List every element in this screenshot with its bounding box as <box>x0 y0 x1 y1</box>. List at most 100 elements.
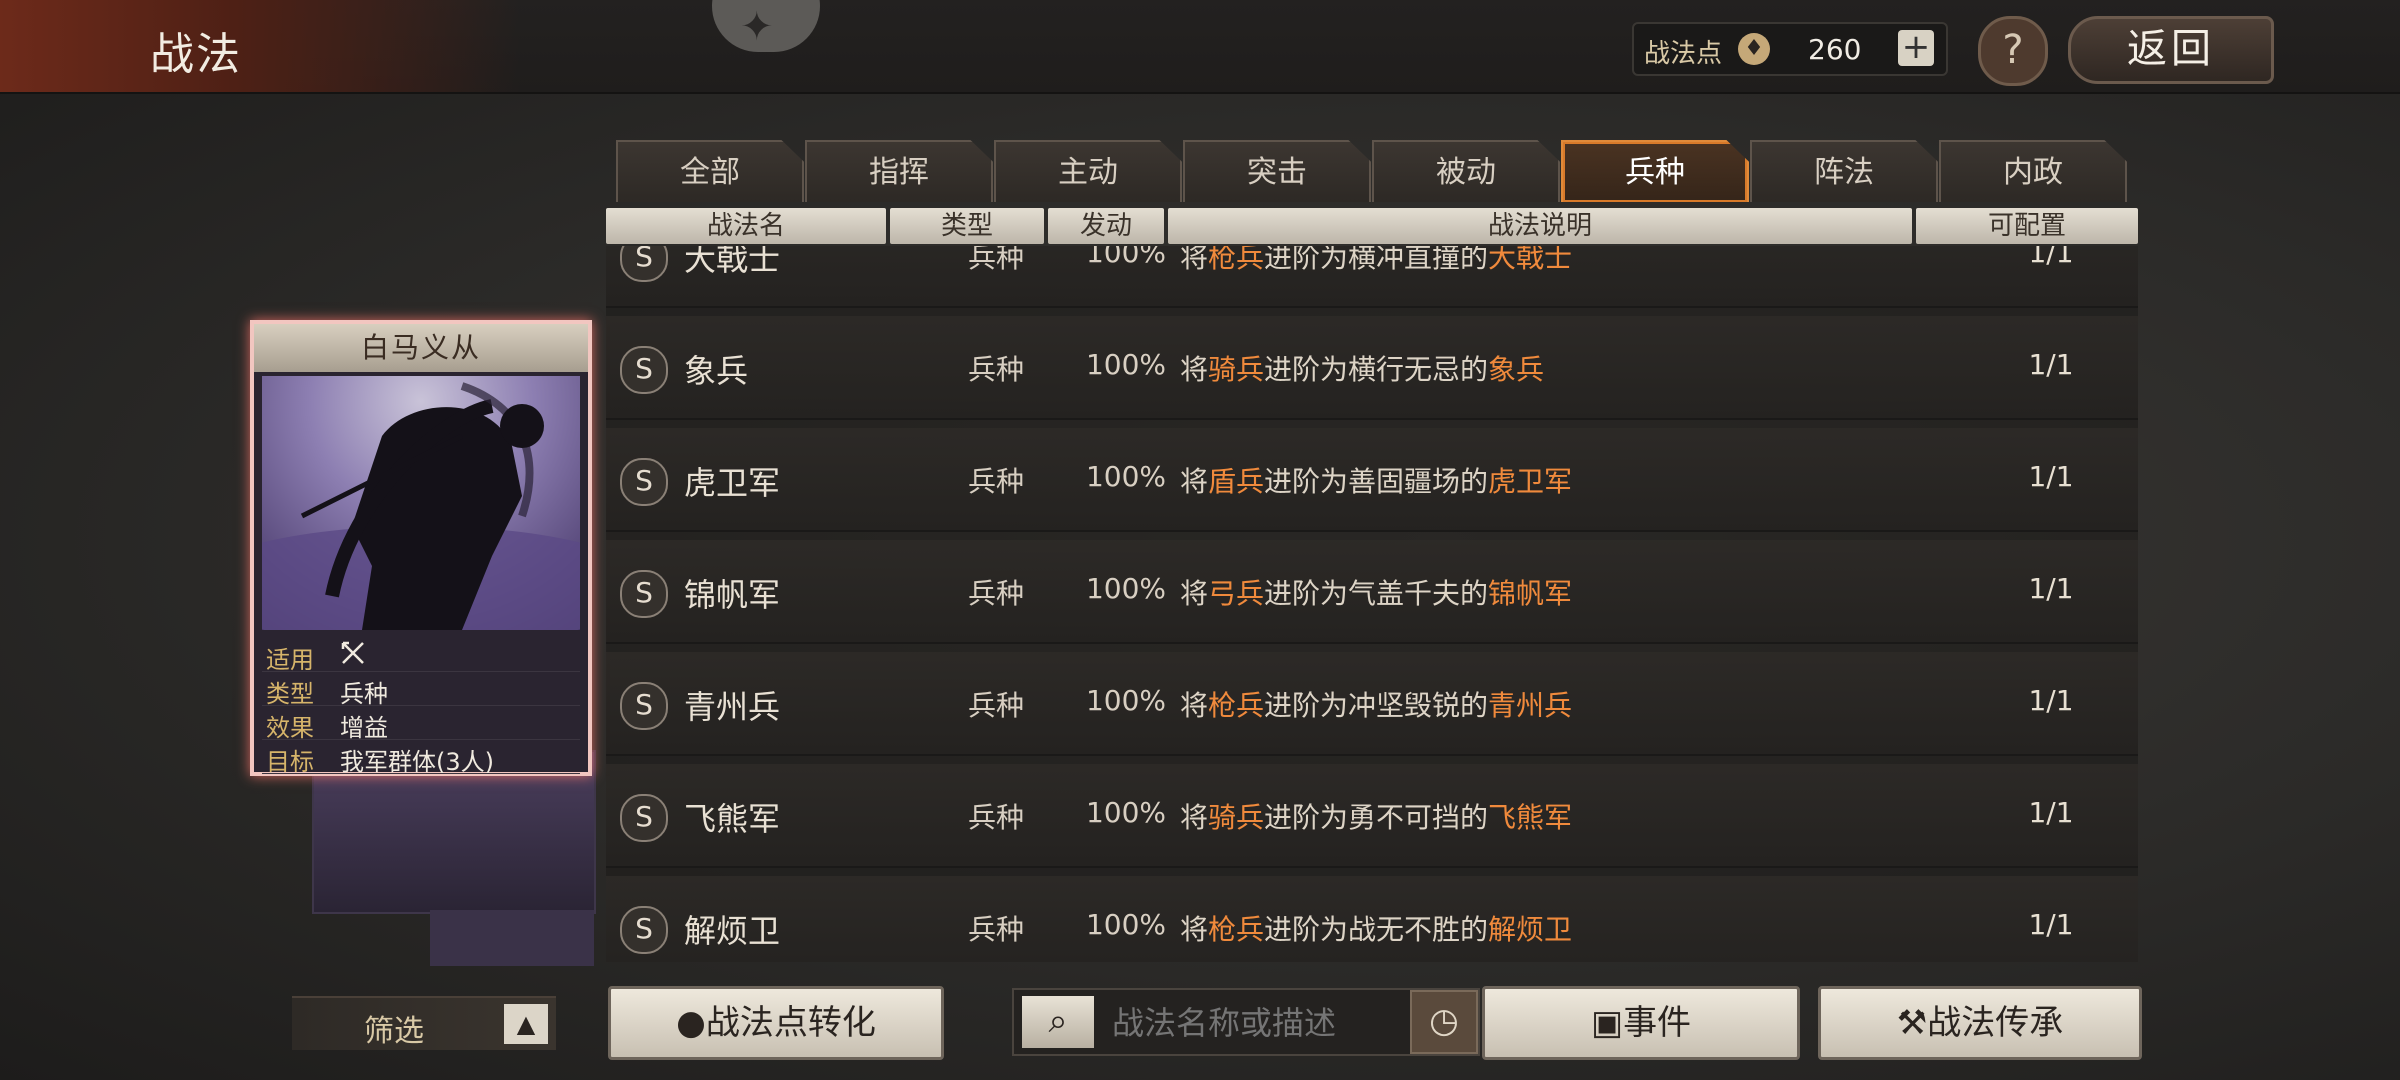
tactic-rate: 100% <box>1085 246 1167 269</box>
tactic-type: 兵种 <box>967 913 1024 946</box>
search-input[interactable] <box>1110 998 1374 1048</box>
page-title: 战法 <box>150 29 242 80</box>
rank-badge: S <box>620 794 668 842</box>
tactic-name: 青州兵 <box>684 688 781 726</box>
points-label: 战法点 <box>1644 39 1723 69</box>
table-row[interactable]: S 飞熊军 兵种 100% 将骑兵进阶为勇不可挡的飞熊军 1/1 <box>606 764 2138 868</box>
card-title: 白马义从 <box>254 324 588 372</box>
tab-all[interactable]: 全部 <box>616 140 804 202</box>
tactic-rate: 100% <box>1085 908 1167 941</box>
rank-badge: S <box>620 458 668 506</box>
tactic-description: 将骑兵进阶为勇不可挡的飞熊军 <box>1180 801 1573 834</box>
table-row[interactable]: S 大戟士 兵种 100% 将枪兵进阶为横冲直撞的大戟士 1/1 <box>606 246 2138 308</box>
info-row: 类型 兵种 <box>262 672 580 708</box>
clock-icon[interactable]: ◷ <box>1410 990 1478 1054</box>
info-value: 我军群体(3人) <box>340 748 494 776</box>
filter-box[interactable]: 筛选 ▲ <box>292 996 556 1050</box>
tactic-name: 飞熊军 <box>684 800 781 838</box>
table-row[interactable]: S 青州兵 兵种 100% 将枪兵进阶为冲坚毁锐的青州兵 1/1 <box>606 652 2138 756</box>
tab-internal-affairs[interactable]: 内政 <box>1939 140 2127 202</box>
info-row: 效果 增益 <box>262 706 580 742</box>
tactic-configurable: 1/1 <box>2028 246 2074 269</box>
points-value: 260 <box>1808 33 1862 66</box>
tactic-configurable: 1/1 <box>2028 684 2074 717</box>
tactic-description: 将枪兵进阶为冲坚毁锐的青州兵 <box>1180 689 1573 722</box>
tactic-rate: 100% <box>1085 460 1167 493</box>
rank-badge: S <box>620 246 668 282</box>
top-bar: 战法 ✦ 战法点 ♦ 260 + ? 返回 <box>0 0 2400 94</box>
tactic-list[interactable]: S 大戟士 兵种 100% 将枪兵进阶为横冲直撞的大戟士 1/1 S 象兵 兵种… <box>606 246 2138 962</box>
selected-tactic-card[interactable]: 白马义从 适用 类型 兵种 效果 增益 目标 我军群体(3人) <box>250 320 592 776</box>
column-header-rate[interactable]: 发动 <box>1048 208 1164 244</box>
drop-icon: ● <box>676 1003 706 1043</box>
tactic-description: 将弓兵进阶为气盖千夫的锦帆军 <box>1180 577 1573 610</box>
inherit-button[interactable]: ⚒战法传承 <box>1818 986 2142 1060</box>
convert-points-button[interactable]: ●战法点转化 <box>608 986 944 1060</box>
tactic-name: 大戟士 <box>684 246 781 278</box>
filter-label: 筛选 <box>364 1014 424 1049</box>
tactic-points-box: 战法点 ♦ 260 + <box>1632 22 1948 76</box>
rank-badge: S <box>620 346 668 394</box>
tactic-description: 将骑兵进阶为横行无忌的象兵 <box>1180 353 1545 386</box>
column-header-description: 战法说明 <box>1168 208 1912 244</box>
rank-badge: S <box>620 682 668 730</box>
column-header-configurable[interactable]: 可配置 <box>1916 208 2138 244</box>
help-button[interactable]: ? <box>1978 16 2048 86</box>
rank-badge: S <box>620 906 668 954</box>
alert-icon: ▣ <box>1590 1003 1624 1043</box>
tactic-name: 锦帆军 <box>684 576 781 614</box>
tactic-type: 兵种 <box>967 689 1024 722</box>
tab-active[interactable]: 主动 <box>994 140 1182 202</box>
info-row: 适用 <box>262 638 580 674</box>
tactic-name: 虎卫军 <box>684 464 781 502</box>
tactic-configurable: 1/1 <box>2028 572 2074 605</box>
add-points-button[interactable]: + <box>1898 30 1934 66</box>
tactic-rate: 100% <box>1085 684 1167 717</box>
ink-drop-icon: ♦ <box>1738 33 1770 65</box>
rank-badge: S <box>620 570 668 618</box>
tactic-configurable: 1/1 <box>2028 348 2074 381</box>
puzzle-icon: ✦ <box>740 4 774 50</box>
tab-troop-type[interactable]: 兵种 <box>1561 140 1749 202</box>
tactic-configurable: 1/1 <box>2028 796 2074 829</box>
tactic-rate: 100% <box>1085 572 1167 605</box>
table-row[interactable]: S 解烦卫 兵种 100% 将枪兵进阶为战无不胜的解烦卫 1/1 <box>606 876 2138 962</box>
archer-illustration <box>262 376 580 630</box>
triangle-up-icon[interactable]: ▲ <box>504 1004 548 1044</box>
card-info-table: 适用 类型 兵种 效果 增益 目标 我军群体(3人) <box>262 638 580 776</box>
tactic-name: 象兵 <box>684 352 749 390</box>
tactic-description: 将盾兵进阶为善固疆场的虎卫军 <box>1180 465 1573 498</box>
info-key: 类型 <box>266 680 314 708</box>
table-row[interactable]: S 锦帆军 兵种 100% 将弓兵进阶为气盖千夫的锦帆军 1/1 <box>606 540 2138 644</box>
tactic-description: 将枪兵进阶为战无不胜的解烦卫 <box>1180 913 1573 946</box>
hammer-icon: ⚒ <box>1896 1003 1928 1043</box>
table-row[interactable]: S 象兵 兵种 100% 将骑兵进阶为横行无忌的象兵 1/1 <box>606 316 2138 420</box>
magnifier-icon[interactable]: ⌕ <box>1022 996 1094 1048</box>
tactic-type: 兵种 <box>967 577 1024 610</box>
title-banner <box>0 0 520 92</box>
info-row: 目标 我军群体(3人) <box>262 740 580 776</box>
info-key: 适用 <box>266 646 314 674</box>
tactic-configurable: 1/1 <box>2028 460 2074 493</box>
info-key: 目标 <box>266 748 314 776</box>
card-stack-back <box>430 910 594 966</box>
tab-passive[interactable]: 被动 <box>1372 140 1560 202</box>
tactic-name: 解烦卫 <box>684 912 781 950</box>
tactic-rate: 100% <box>1085 348 1167 381</box>
tactic-description: 将枪兵进阶为横冲直撞的大戟士 <box>1180 246 1573 274</box>
column-header-type[interactable]: 类型 <box>890 208 1044 244</box>
event-button[interactable]: ▣事件 <box>1482 986 1800 1060</box>
puzzle-button[interactable]: ✦ <box>712 0 820 52</box>
tab-assault[interactable]: 突击 <box>1183 140 1371 202</box>
info-value: 增益 <box>340 714 388 742</box>
tactic-type: 兵种 <box>967 353 1024 386</box>
tactic-type: 兵种 <box>967 246 1024 274</box>
tab-formation[interactable]: 阵法 <box>1750 140 1938 202</box>
tactic-configurable: 1/1 <box>2028 908 2074 941</box>
tactic-rate: 100% <box>1085 796 1167 829</box>
info-key: 效果 <box>266 714 314 742</box>
back-button[interactable]: 返回 <box>2068 16 2274 84</box>
table-row[interactable]: S 虎卫军 兵种 100% 将盾兵进阶为善固疆场的虎卫军 1/1 <box>606 428 2138 532</box>
tab-command[interactable]: 指挥 <box>805 140 993 202</box>
column-header-name[interactable]: 战法名 <box>606 208 886 244</box>
